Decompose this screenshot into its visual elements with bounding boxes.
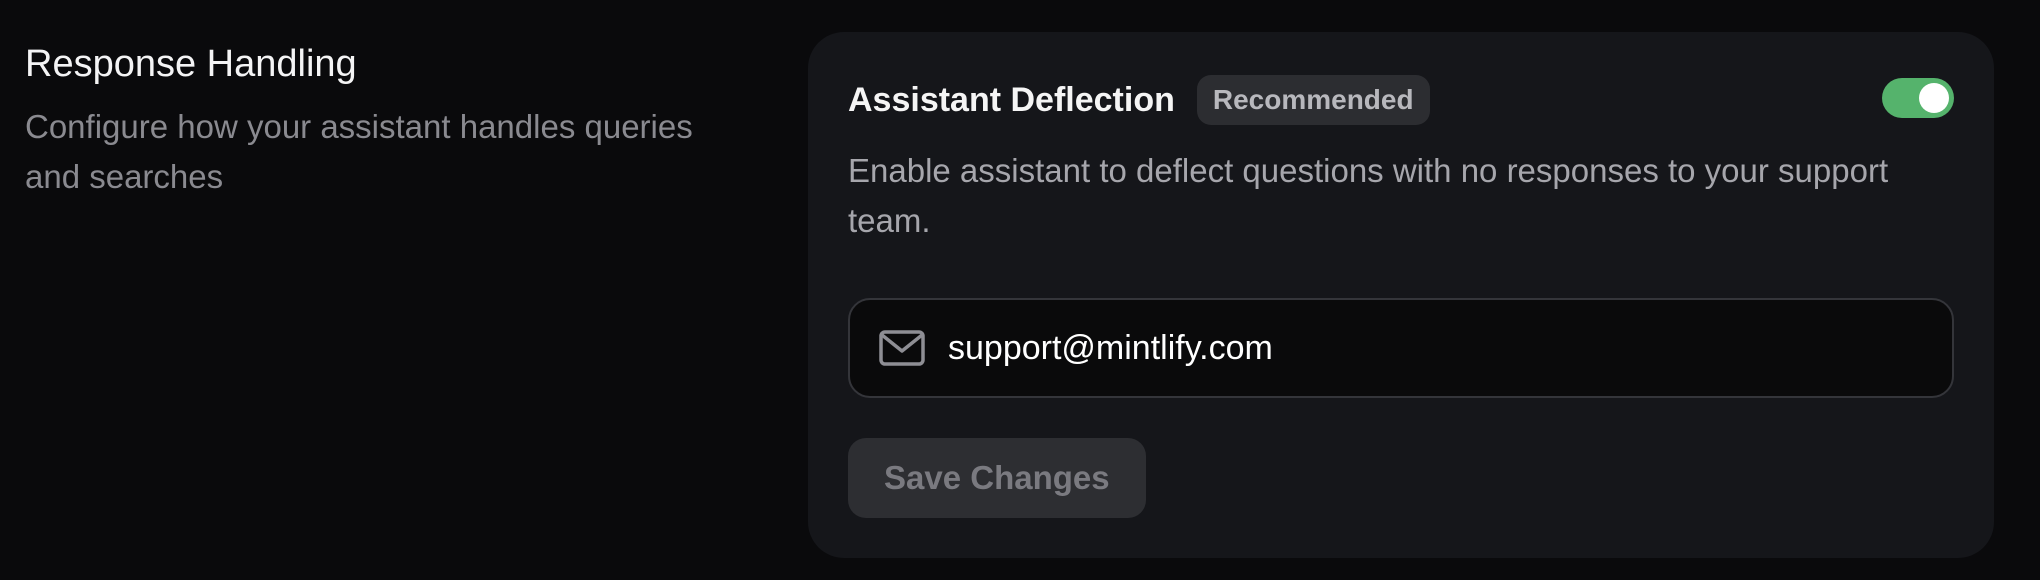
toggle-knob xyxy=(1919,83,1949,113)
recommended-badge: Recommended xyxy=(1196,75,1430,125)
mail-icon xyxy=(878,328,926,368)
settings-page: Response Handling Configure how your ass… xyxy=(0,0,2040,580)
support-email-field[interactable] xyxy=(848,298,1954,398)
save-changes-button[interactable]: Save Changes xyxy=(848,438,1146,518)
assistant-deflection-card: Assistant Deflection Recommended Enable … xyxy=(808,32,1994,558)
deflection-toggle[interactable] xyxy=(1882,78,1954,118)
card-title: Assistant Deflection xyxy=(848,81,1175,119)
support-email-input[interactable] xyxy=(948,328,1908,368)
card-header: Assistant Deflection Recommended xyxy=(848,72,1430,128)
section-info: Response Handling Configure how your ass… xyxy=(25,38,745,202)
card-description: Enable assistant to deflect questions wi… xyxy=(848,152,1889,239)
section-title: Response Handling xyxy=(25,43,357,85)
section-description: Configure how your assistant handles que… xyxy=(25,108,693,195)
